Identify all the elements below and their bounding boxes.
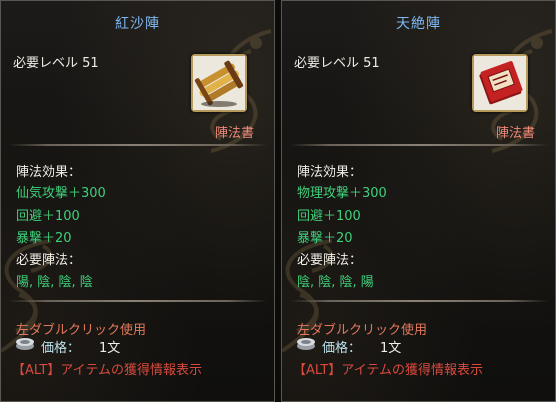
coin-icon (16, 338, 34, 350)
required-level: 必要レベル 51 (294, 56, 380, 71)
price-label: 価格： (322, 341, 362, 356)
price-label: 価格： (41, 341, 81, 356)
item-name: 天絶陣 (396, 16, 441, 32)
effect-line: 仙気攻撃＋300 (16, 186, 106, 201)
divider (9, 300, 267, 302)
price-value: 1文 (380, 341, 402, 356)
item-type: 陣法書 (495, 126, 535, 141)
required-level: 必要レベル 51 (13, 56, 99, 71)
effect-line: 暴撃＋20 (16, 231, 72, 246)
item-tooltip-right: 天絶陣 必要レベル 51 陣法書 陣法効果： 物理攻撃＋300 回避＋100 暴… (281, 0, 556, 402)
effect-line: 暴撃＋20 (297, 231, 353, 246)
required-formation-header: 必要陣法： (297, 253, 363, 268)
divider (9, 144, 267, 146)
divider (290, 144, 548, 146)
item-name: 紅沙陣 (115, 16, 160, 32)
alt-hint: 【ALT】アイテムの獲得情報表示 (12, 363, 202, 378)
usage-hint: 左ダブルクリック使用 (16, 323, 147, 338)
effect-line: 物理攻撃＋300 (297, 186, 387, 201)
price-value: 1文 (99, 341, 121, 356)
red-book-icon (472, 54, 528, 112)
usage-hint: 左ダブルクリック使用 (297, 323, 428, 338)
effect-header: 陣法効果： (16, 165, 82, 180)
scroll-bundle-icon (191, 54, 247, 112)
item-tooltip-left: 紅沙陣 必要レベル 51 陣法書 陣法効果： 仙気攻撃＋300 回避＋100 暴… (0, 0, 275, 402)
effect-line: 回避＋100 (16, 209, 80, 224)
coin-icon (297, 338, 315, 350)
required-formation-header: 必要陣法： (16, 253, 82, 268)
effect-line: 回避＋100 (297, 209, 361, 224)
alt-hint: 【ALT】アイテムの獲得情報表示 (293, 363, 483, 378)
effect-header: 陣法効果： (297, 165, 363, 180)
required-formation: 陰, 陰, 陰, 陽 (297, 275, 374, 290)
item-type: 陣法書 (214, 126, 254, 141)
required-formation: 陽, 陰, 陰, 陰 (16, 275, 93, 290)
divider (290, 300, 548, 302)
